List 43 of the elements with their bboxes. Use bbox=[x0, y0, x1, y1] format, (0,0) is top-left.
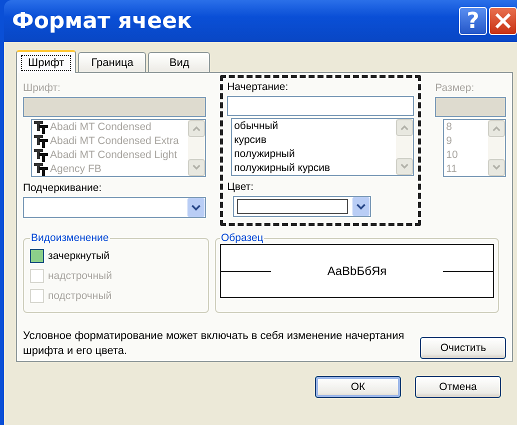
scroll-down-icon[interactable] bbox=[396, 158, 414, 175]
checkbox-label: подстрочный bbox=[48, 290, 112, 302]
truetype-icon bbox=[34, 162, 48, 176]
scroll-down-icon[interactable] bbox=[188, 159, 206, 176]
tab[interactable]: Граница bbox=[78, 52, 146, 72]
scroll-up-icon[interactable] bbox=[488, 120, 505, 137]
underline-label: Подчеркивание: bbox=[23, 181, 103, 195]
dialog-button[interactable]: Отмена bbox=[415, 376, 501, 398]
size-field[interactable] bbox=[435, 97, 506, 117]
close-button[interactable]: × bbox=[489, 7, 517, 35]
style-item[interactable]: полужирный bbox=[234, 147, 396, 161]
truetype-icon bbox=[34, 134, 48, 148]
scroll-down-icon[interactable] bbox=[488, 159, 505, 176]
checkbox-label: надстрочный bbox=[48, 270, 112, 282]
scrollbar[interactable] bbox=[188, 120, 206, 176]
scroll-up-icon[interactable] bbox=[188, 120, 206, 137]
sample-text: AaBbБбЯя bbox=[326, 264, 388, 278]
scrollbar[interactable] bbox=[488, 120, 505, 176]
style-label: Начертание: bbox=[227, 80, 290, 94]
dialog-button[interactable]: ОК bbox=[315, 376, 401, 398]
style-field[interactable] bbox=[227, 96, 414, 116]
style-item[interactable]: полужирный курсив bbox=[234, 161, 396, 175]
scroll-up-icon[interactable] bbox=[396, 119, 414, 136]
window-title: Формат ячеек bbox=[12, 8, 192, 34]
color-dropdown[interactable] bbox=[233, 196, 372, 217]
truetype-icon bbox=[34, 120, 48, 134]
size-label: Размер: bbox=[435, 81, 476, 95]
group-title: Образец bbox=[220, 232, 264, 244]
checkbox-label: зачеркнутый bbox=[48, 250, 110, 262]
group-title: Видоизменение bbox=[30, 232, 110, 244]
scrollbar[interactable] bbox=[396, 119, 414, 175]
color-label: Цвет: bbox=[227, 180, 255, 194]
font-field[interactable] bbox=[23, 97, 206, 117]
truetype-icon bbox=[34, 148, 48, 162]
tab[interactable]: Шрифт bbox=[16, 50, 76, 73]
tab[interactable]: Вид bbox=[148, 52, 210, 72]
style-item[interactable]: курсив bbox=[234, 133, 396, 147]
style-item[interactable]: обычный bbox=[234, 119, 396, 133]
clear-button[interactable]: Очистить bbox=[420, 337, 506, 359]
help-button[interactable]: ? bbox=[459, 7, 487, 35]
font-label: Шрифт: bbox=[23, 81, 62, 95]
info-text: Условное форматирование может включать в себя изменение начертания шрифта и его цвета. bbox=[23, 329, 406, 359]
checkbox[interactable] bbox=[30, 249, 44, 263]
